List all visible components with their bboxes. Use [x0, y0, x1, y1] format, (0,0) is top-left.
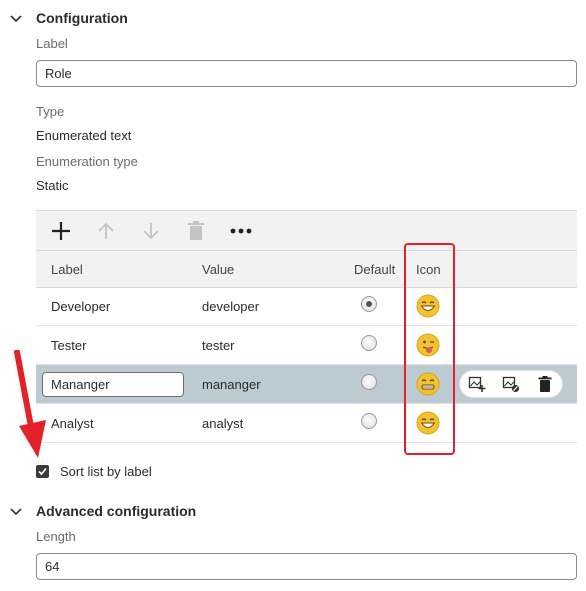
row-value: developer	[202, 299, 260, 314]
default-radio[interactable]	[361, 296, 377, 312]
default-radio[interactable]	[361, 413, 377, 429]
more-icon	[230, 228, 252, 234]
length-caption: Length	[36, 529, 76, 544]
table-row[interactable]: Developer developer	[36, 287, 577, 326]
sort-by-label-checkbox[interactable]	[36, 465, 49, 478]
arrow-up-icon	[98, 222, 114, 239]
remove-image-button[interactable]	[500, 373, 522, 395]
column-header-value[interactable]: Value	[202, 262, 234, 277]
plus-icon	[52, 222, 70, 240]
row-label: Analyst	[51, 416, 94, 431]
add-entry-button[interactable]	[47, 217, 75, 245]
column-header-default[interactable]: Default	[354, 262, 395, 277]
label-input[interactable]	[36, 60, 577, 87]
trash-icon	[188, 221, 204, 240]
table-header: Label Value Default Icon	[36, 250, 577, 288]
row-value: mananger	[202, 377, 261, 392]
table-row[interactable]: Analyst analyst	[36, 404, 577, 443]
enumeration-type-value: Static	[36, 178, 69, 193]
move-down-button[interactable]	[137, 217, 165, 245]
row-label: Developer	[51, 299, 111, 314]
red-arrow-annotation-icon	[14, 350, 46, 458]
remove-image-icon	[502, 376, 520, 393]
more-options-button[interactable]	[227, 217, 255, 245]
collapse-configuration-chevron-icon[interactable]	[8, 11, 24, 27]
row-value: tester	[202, 338, 235, 353]
type-value: Enumerated text	[36, 128, 132, 143]
add-image-button[interactable]	[466, 373, 488, 395]
type-caption: Type	[36, 104, 65, 119]
delete-entry-button[interactable]	[182, 217, 210, 245]
table-row-selected[interactable]: mananger	[36, 365, 577, 404]
table-row[interactable]: Tester tester	[36, 326, 577, 365]
row-actions	[460, 371, 562, 397]
default-radio[interactable]	[361, 335, 377, 351]
add-image-icon	[468, 376, 486, 392]
collapse-advanced-chevron-icon[interactable]	[8, 504, 24, 520]
row-label: Tester	[51, 338, 87, 353]
icon-column-highlight	[404, 243, 455, 455]
advanced-configuration-section-title: Advanced configuration	[36, 503, 197, 519]
move-up-button[interactable]	[92, 217, 120, 245]
column-header-label[interactable]: Label	[51, 262, 83, 277]
row-label-edit-input[interactable]	[42, 372, 184, 397]
delete-row-button[interactable]	[534, 373, 556, 395]
enumeration-type-caption: Enumeration type	[36, 154, 138, 169]
sort-by-label-text[interactable]: Sort list by label	[60, 464, 152, 479]
label-caption: Label	[36, 36, 68, 51]
arrow-down-icon	[143, 223, 159, 240]
row-value: analyst	[202, 416, 244, 431]
trash-icon	[538, 376, 552, 392]
enumeration-toolbar	[36, 210, 577, 251]
check-icon	[38, 467, 47, 476]
default-radio[interactable]	[361, 374, 377, 390]
configuration-section-title: Configuration	[36, 10, 128, 26]
length-input[interactable]	[36, 553, 577, 580]
